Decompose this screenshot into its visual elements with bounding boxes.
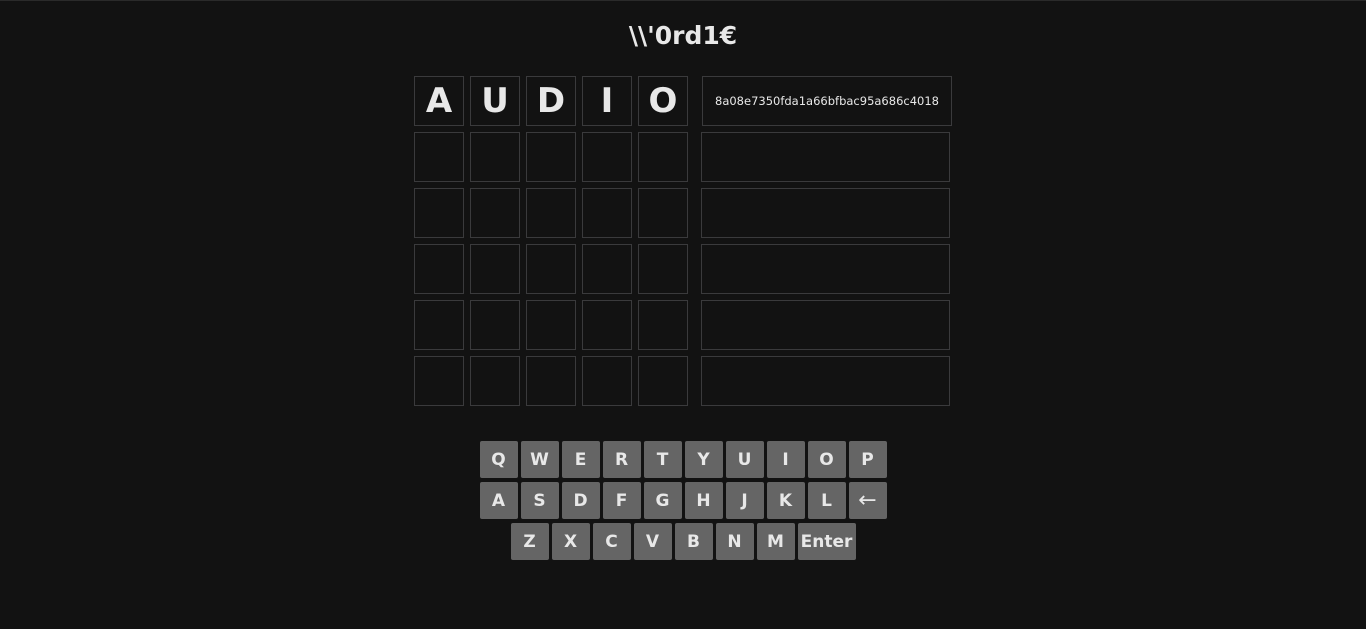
tile: O [638,76,688,126]
tile: D [526,76,576,126]
key-f[interactable]: F [602,482,641,519]
key-z[interactable]: Z [510,523,549,560]
key-h[interactable]: H [684,482,723,519]
tile [582,188,632,238]
tile [638,188,688,238]
tile [526,244,576,294]
page-title: \\'0rd1€ [628,21,738,50]
tile [638,244,688,294]
key-c[interactable]: C [592,523,631,560]
guess-hash [701,300,950,350]
guess-hash: 8a08e7350fda1a66bfbac95a686c4018 [702,76,952,126]
tile [414,300,464,350]
key-w[interactable]: W [520,441,559,478]
tile [414,356,464,406]
tile [470,188,520,238]
tile [526,132,576,182]
game-page: \\'0rd1€ A U D I O 8a08e7350fda1a66bfbac… [0,0,1366,629]
keyboard-row-2: A S D F G H J K L ← [0,482,1366,519]
key-q[interactable]: Q [479,441,518,478]
tile [582,356,632,406]
key-a[interactable]: A [479,482,518,519]
tile: U [470,76,520,126]
tile [470,356,520,406]
tile: I [582,76,632,126]
tile [638,356,688,406]
key-j[interactable]: J [725,482,764,519]
key-v[interactable]: V [633,523,672,560]
backspace-key[interactable]: ← [848,482,887,519]
tile [638,300,688,350]
key-e[interactable]: E [561,441,600,478]
key-r[interactable]: R [602,441,641,478]
key-p[interactable]: P [848,441,887,478]
tile [526,188,576,238]
guess-hash [701,244,950,294]
key-l[interactable]: L [807,482,846,519]
key-b[interactable]: B [674,523,713,560]
tile [526,300,576,350]
key-m[interactable]: M [756,523,795,560]
enter-key[interactable]: Enter [797,523,856,560]
key-n[interactable]: N [715,523,754,560]
key-i[interactable]: I [766,441,805,478]
keyboard-row-3: Z X C V B N M Enter [0,523,1366,560]
guess-hash [701,132,950,182]
key-k[interactable]: K [766,482,805,519]
key-o[interactable]: O [807,441,846,478]
tile [470,300,520,350]
tile [414,188,464,238]
tile [582,244,632,294]
tile: A [414,76,464,126]
key-g[interactable]: G [643,482,682,519]
tile [470,244,520,294]
guess-hash [701,356,950,406]
tile [414,132,464,182]
tile [582,300,632,350]
key-d[interactable]: D [561,482,600,519]
key-x[interactable]: X [551,523,590,560]
on-screen-keyboard: Q W E R T Y U I O P A S D F G H J K L ← … [0,441,1366,564]
key-y[interactable]: Y [684,441,723,478]
tile [526,356,576,406]
key-t[interactable]: T [643,441,682,478]
keyboard-row-1: Q W E R T Y U I O P [0,441,1366,478]
tile [638,132,688,182]
tile [582,132,632,182]
tile [414,244,464,294]
guess-hash [701,188,950,238]
tile [470,132,520,182]
key-s[interactable]: S [520,482,559,519]
key-u[interactable]: U [725,441,764,478]
